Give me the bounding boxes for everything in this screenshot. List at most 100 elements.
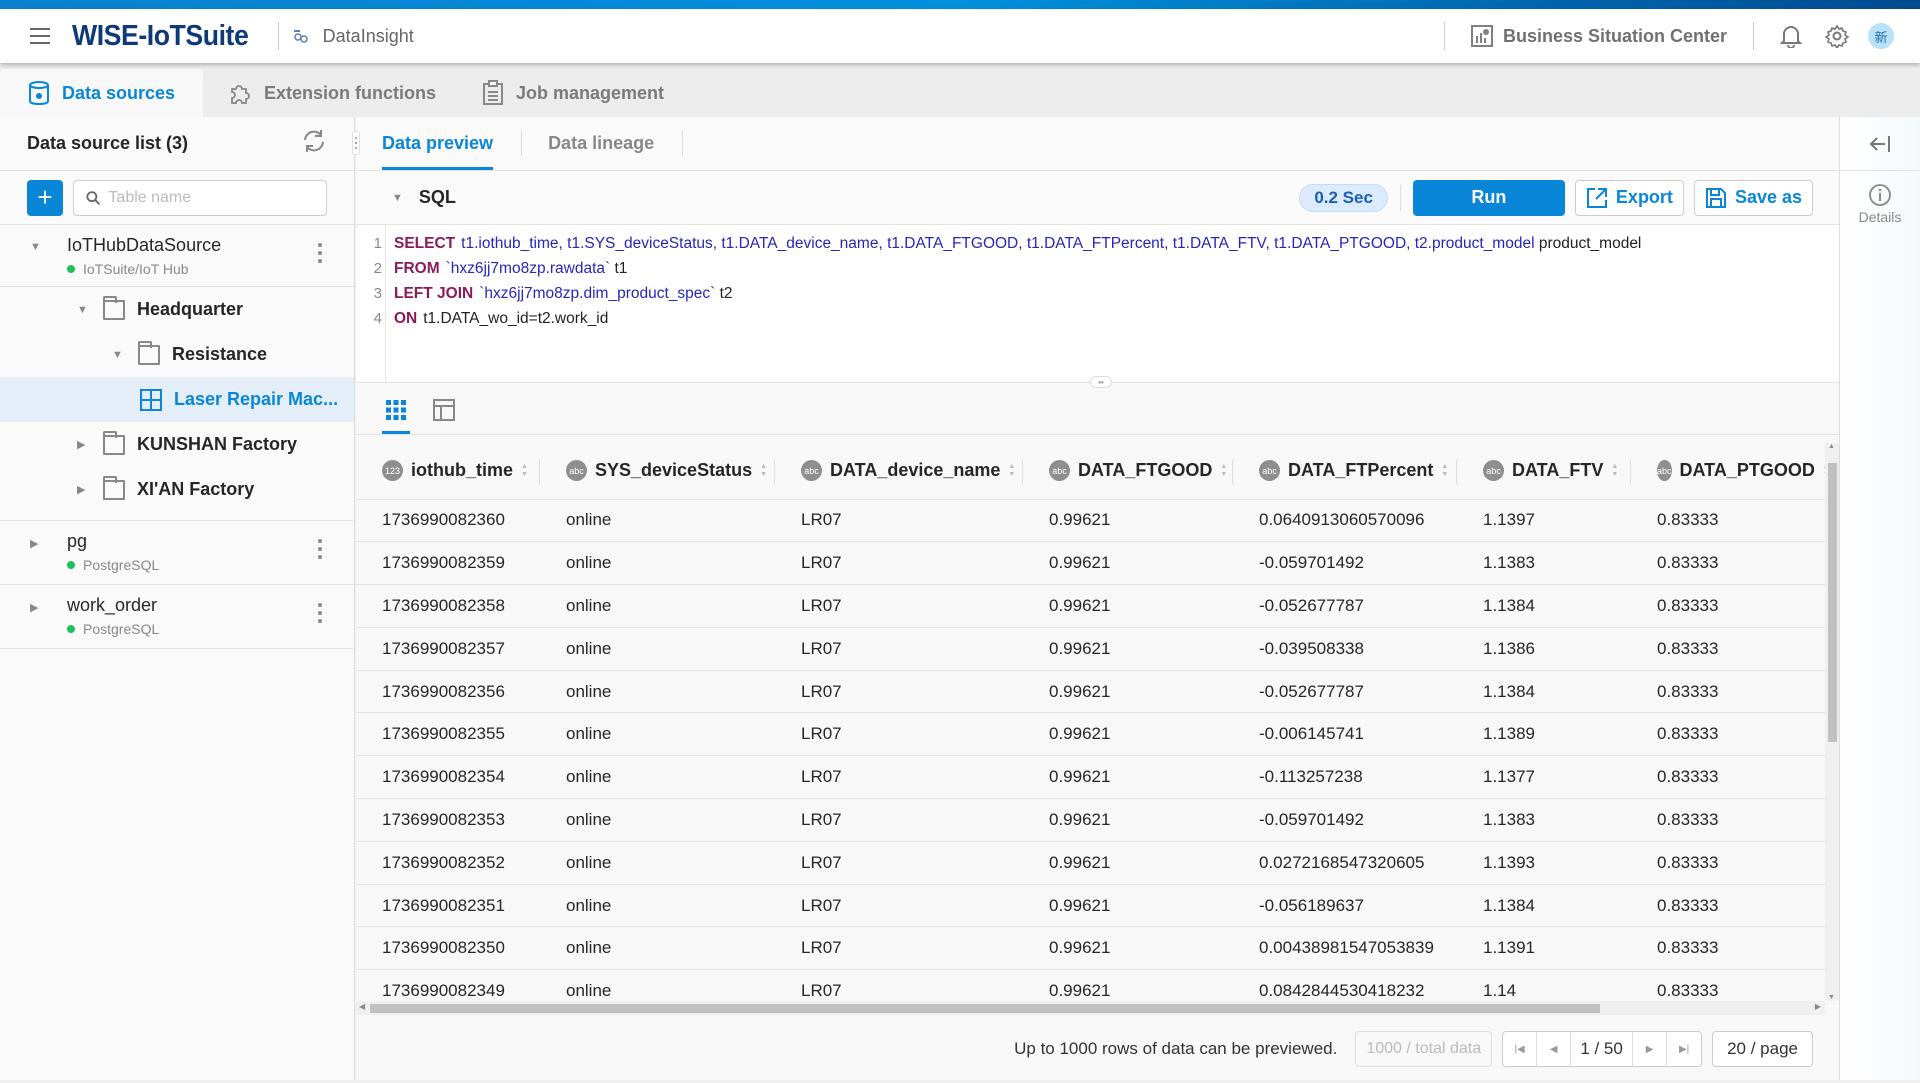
tab-label: Extension functions: [264, 82, 437, 103]
export-button[interactable]: Export: [1574, 179, 1684, 216]
column-header[interactable]: abc DATA_FTGOOD ▲ ▼: [1023, 443, 1233, 500]
column-header[interactable]: abcDATA_PTGOOD▲▼: [1631, 443, 1830, 500]
add-data-source-button[interactable]: +: [27, 179, 63, 216]
tab-data-sources[interactable]: Data sources: [0, 69, 204, 117]
table-row[interactable]: 1736990082355 online LR07 0.99621 -0.0061457…: [356, 712, 1826, 757]
vertical-scroll-thumb[interactable]: [1828, 463, 1837, 742]
sql-editor[interactable]: 1 SELECT t1.iothub_time, t1.SYS_deviceSt…: [356, 225, 1839, 388]
table-cell: 0.99621: [1023, 841, 1233, 885]
table-row[interactable]: 1736990082359 online LR07 0.99621 -0.0597014…: [356, 541, 1826, 586]
table-cell: LR07: [775, 798, 1023, 842]
grid-view-tab[interactable]: [382, 386, 410, 434]
business-situation-center-label: Business Situation Center: [1502, 25, 1727, 46]
caret-right-icon[interactable]: ▶: [30, 537, 38, 550]
table-cell: 0.0640913060570096: [1233, 499, 1457, 543]
caret-down-icon[interactable]: ▼: [30, 241, 41, 253]
prev-page-icon[interactable]: ◀: [1537, 1032, 1572, 1066]
table-row[interactable]: 1736990082350 online LR07 0.99621 0.00438981…: [356, 926, 1826, 971]
table-row[interactable]: 1736990082358 online LR07 0.99621 -0.0526777…: [356, 584, 1826, 628]
tree-node-label: Resistance: [172, 344, 268, 364]
tree-node-headquarter[interactable]: ▼ Headquarter: [0, 287, 354, 332]
caret-right-icon: ▶: [77, 439, 86, 451]
settings-gear-icon[interactable]: [1814, 24, 1860, 48]
table-row[interactable]: 1736990082351 online LR07 0.99621 -0.0561896…: [356, 884, 1826, 928]
preview-panel: Data preview Data lineage ▼ SQL 0.2 Sec …: [356, 117, 1839, 1080]
menu-icon[interactable]: [30, 28, 50, 44]
table-name-search[interactable]: [73, 179, 327, 216]
tab-data-lineage[interactable]: Data lineage: [548, 116, 654, 170]
editor-resize-handle[interactable]: ••: [1090, 376, 1112, 388]
table-cell: online: [540, 584, 775, 628]
tree-node-xian-factory[interactable]: ▶ XI'AN Factory: [0, 467, 354, 512]
sql-collapse-caret-icon[interactable]: ▼: [392, 192, 403, 204]
table-cell: 1.1397: [1457, 499, 1631, 543]
column-header[interactable]: 123 iothub_time ▲ ▼: [356, 443, 540, 500]
business-situation-center-link[interactable]: Business Situation Center: [1459, 25, 1739, 47]
table-cell: 1736990082353: [356, 798, 540, 842]
view-mode-tabs: [356, 383, 1839, 435]
table-row[interactable]: 1736990082360 online LR07 0.99621 0.06409130…: [356, 499, 1826, 543]
user-avatar[interactable]: 新: [1868, 23, 1894, 49]
tab-job-management[interactable]: Job management: [454, 69, 692, 117]
details-button[interactable]: Details: [1840, 171, 1920, 225]
datasource-iothub[interactable]: ▼ IoTHubDataSource IoTSuite/IoT Hub: [0, 225, 354, 287]
page-size-select[interactable]: 20 / page: [1712, 1031, 1813, 1067]
table-row[interactable]: 1736990082352 online LR07 0.99621 0.02721685…: [356, 841, 1826, 885]
datasource-pg[interactable]: ▶ pg PostgreSQL: [0, 521, 354, 585]
folder-icon: [103, 295, 125, 320]
table-row[interactable]: 1736990082353 online LR07 0.99621 -0.0597014…: [356, 798, 1826, 842]
sql-line: 3 LEFT JOIN `hxz6jj7mo8zp.dim_product_sp…: [356, 281, 733, 306]
run-button[interactable]: Run: [1412, 179, 1565, 216]
type-number-icon: 123: [382, 460, 403, 482]
layout-view-tab[interactable]: [430, 386, 458, 434]
column-header[interactable]: abc DATA_device_name ▲ ▼: [775, 443, 1023, 500]
scroll-down-arrow-icon[interactable]: ▼: [1828, 994, 1835, 1001]
refresh-icon[interactable]: [301, 128, 327, 159]
table-row[interactable]: 1736990082354 online LR07 0.99621 -0.1132572…: [356, 755, 1826, 800]
column-header[interactable]: abc DATA_FTV ▲ ▼: [1457, 443, 1631, 500]
table-name-input[interactable]: [108, 188, 314, 207]
table-cell: LR07: [775, 584, 1023, 628]
table-cell: 1.1377: [1457, 755, 1631, 800]
collapse-panel-icon[interactable]: [1840, 117, 1920, 171]
vertical-scrollbar[interactable]: ▲ ▼: [1825, 443, 1839, 1001]
save-as-button[interactable]: Save as: [1693, 179, 1813, 216]
sql-alias: t2: [719, 284, 733, 302]
table-cell: 0.0272168547320605: [1233, 841, 1457, 885]
horizontal-scrollbar[interactable]: ◀ ▶: [356, 1001, 1825, 1015]
tree-node-resistance[interactable]: ▼ Resistance: [0, 332, 354, 377]
more-options-icon[interactable]: [318, 539, 322, 559]
sql-identifiers: `hxz6jj7mo8zp.dim_product_spec`: [479, 284, 716, 302]
sort-icon[interactable]: ▲▼: [1441, 463, 1448, 479]
column-header[interactable]: abc SYS_deviceStatus ▲ ▼: [540, 443, 775, 500]
sort-icon[interactable]: ▲▼: [1220, 463, 1227, 479]
scroll-left-arrow-icon[interactable]: ◀: [359, 1002, 365, 1011]
sidebar-resize-handle[interactable]: [352, 131, 360, 155]
sort-icon[interactable]: ▲▼: [521, 463, 528, 479]
tab-data-preview[interactable]: Data preview: [382, 116, 494, 170]
first-page-icon[interactable]: |◀: [1503, 1032, 1538, 1066]
page-navigator: |◀ ◀ 1 / 50 ▶ ▶|: [1502, 1031, 1703, 1067]
datasource-work-order[interactable]: ▶ work_order PostgreSQL: [0, 585, 354, 649]
more-options-icon[interactable]: [318, 243, 322, 263]
last-page-icon[interactable]: ▶|: [1667, 1032, 1701, 1066]
more-options-icon[interactable]: [318, 603, 322, 623]
caret-right-icon[interactable]: ▶: [30, 601, 38, 614]
column-header[interactable]: abc DATA_FTPercent ▲ ▼: [1233, 443, 1457, 500]
sort-icon[interactable]: ▲▼: [1008, 463, 1015, 479]
next-page-icon[interactable]: ▶: [1633, 1032, 1668, 1066]
sql-section-label: SQL: [418, 187, 456, 207]
table-row[interactable]: 1736990082357 online LR07 0.99621 -0.0395083…: [356, 627, 1826, 671]
header-divider: [277, 22, 279, 50]
sort-icon[interactable]: ▲▼: [1611, 463, 1618, 479]
scroll-up-arrow-icon[interactable]: ▲: [1828, 443, 1835, 450]
scroll-right-arrow-icon[interactable]: ▶: [1815, 1002, 1821, 1011]
horizontal-scroll-thumb[interactable]: [370, 1004, 1600, 1013]
notification-bell-icon[interactable]: [1768, 24, 1814, 48]
sort-icon[interactable]: ▲▼: [760, 463, 767, 479]
total-data-indicator: 1000 / total data: [1355, 1031, 1493, 1067]
tab-extension-functions[interactable]: Extension functions: [200, 69, 464, 117]
tree-node-kunshan-factory[interactable]: ▶ KUNSHAN Factory: [0, 422, 354, 467]
tree-node-laser-repair-machine[interactable]: Laser Repair Mac...: [0, 377, 354, 422]
table-row[interactable]: 1736990082356 online LR07 0.99621 -0.0526777…: [356, 670, 1826, 714]
